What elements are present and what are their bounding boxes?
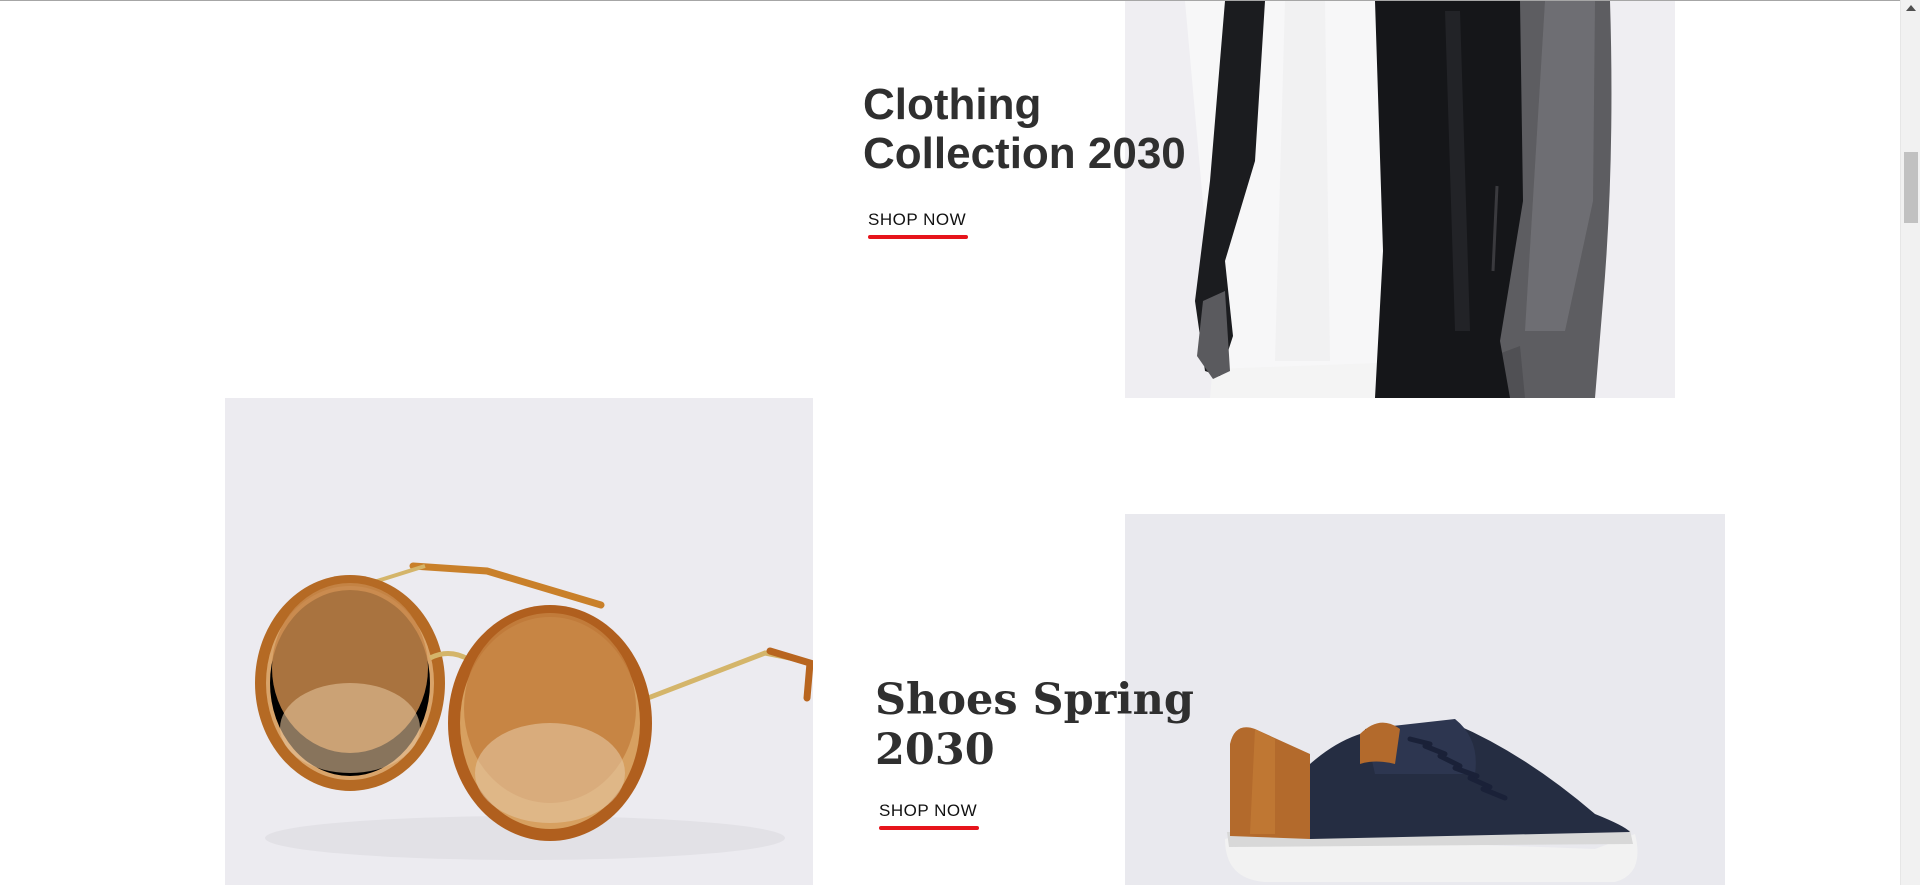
shoes-title-line2: 2030 xyxy=(875,725,995,775)
clothing-collection-image[interactable] xyxy=(1125,1,1675,398)
clothing-title-line1: Clothing xyxy=(863,80,1042,129)
shoes-shop-now-label: SHOP NOW xyxy=(879,801,978,820)
clothing-collection-title: Clothing Collection 2030 xyxy=(863,80,1223,178)
clothing-title-line2: Collection 2030 xyxy=(863,129,1186,178)
scroll-up-arrow-icon[interactable] xyxy=(1906,5,1916,11)
jacket-model-icon xyxy=(1125,1,1675,398)
sneaker-image[interactable] xyxy=(1125,514,1725,885)
scrollbar-thumb[interactable] xyxy=(1904,152,1918,223)
shoes-spring-title: Shoes Spring 2030 xyxy=(875,675,1215,775)
sunglasses-icon xyxy=(225,398,813,885)
clothing-shop-now-link[interactable]: SHOP NOW xyxy=(868,210,968,239)
clothing-shop-now-label: SHOP NOW xyxy=(868,210,967,229)
clothing-shop-now-underline xyxy=(868,235,968,239)
shoes-shop-now-link[interactable]: SHOP NOW xyxy=(879,801,979,830)
sneaker-icon xyxy=(1125,514,1725,885)
shoes-shop-now-underline xyxy=(879,826,979,830)
vertical-scrollbar[interactable] xyxy=(1900,0,1920,885)
sunglasses-image[interactable] xyxy=(225,398,813,885)
page: Clothing Collection 2030 SHOP NOW Shoes … xyxy=(0,0,1920,885)
shoes-title-line1: Shoes Spring xyxy=(875,675,1194,725)
